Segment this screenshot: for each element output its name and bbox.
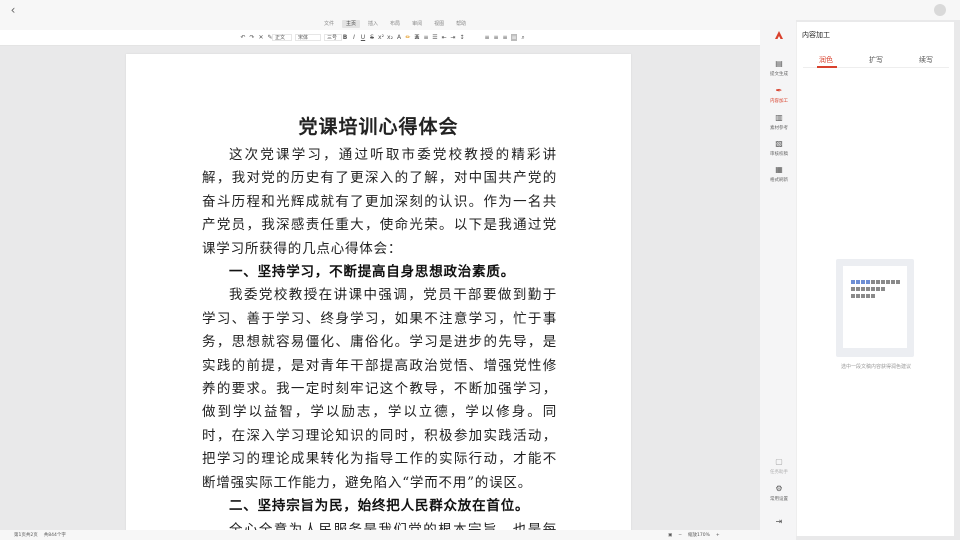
menu-tab-review[interactable]: 审阅 bbox=[408, 20, 426, 28]
italic-icon[interactable]: I bbox=[351, 34, 357, 41]
rail-item-library[interactable]: ▥ 素材参考 bbox=[764, 113, 794, 132]
collapse-panel-button[interactable]: ⇥ bbox=[764, 518, 794, 526]
font-group: 正文 宋体 三号 bbox=[272, 34, 342, 41]
tab-continue[interactable]: 续写 bbox=[919, 55, 933, 67]
bullet-list-icon[interactable]: ☰ bbox=[414, 34, 420, 41]
avatar[interactable] bbox=[934, 4, 946, 16]
top-bar: ‹ bbox=[0, 0, 960, 20]
rail-item-task[interactable]: ▢ 任务助手 bbox=[764, 457, 794, 476]
format-icon: ▦ bbox=[775, 165, 783, 174]
highlight-icon[interactable]: ✏ bbox=[405, 34, 411, 41]
size-select[interactable]: 三号 bbox=[324, 34, 342, 41]
document-page[interactable]: 党课培训心得体会 这次党课学习，通过听取市委党校教授的精彩讲解，我对党的历史有了… bbox=[126, 54, 631, 530]
menu-tab-file[interactable]: 文件 bbox=[320, 20, 338, 28]
doc-heading-1: 一、坚持学习，不断提高自身思想政治素质。 bbox=[229, 264, 515, 281]
align-center-icon[interactable]: ≡ bbox=[493, 34, 499, 41]
bold-icon[interactable]: B bbox=[342, 34, 348, 41]
rail-item-proofread[interactable]: ▧ 审核校稿 bbox=[764, 139, 794, 158]
panel-title: 内容加工 bbox=[802, 31, 830, 39]
numbered-list-icon[interactable]: ≡ bbox=[423, 34, 429, 41]
zoom-level[interactable]: 缩放170% bbox=[688, 532, 710, 538]
content-edit-panel: 内容加工 润色 扩写 续写 选中一段文稿内容获得润色建议 bbox=[796, 22, 954, 536]
menu-bar: 文件 主页 插入 布局 审阅 视图 帮助 bbox=[0, 20, 760, 30]
justify-icon[interactable]: ≡ bbox=[511, 34, 517, 41]
menu-tab-help[interactable]: 帮助 bbox=[452, 20, 470, 28]
status-bar: 第1页共2页 共844个字 ▣ − 缩放170% + bbox=[0, 530, 760, 540]
library-icon: ▥ bbox=[775, 113, 783, 122]
settings-icon: ⚙ bbox=[775, 484, 783, 493]
doc-paragraph-intro: 这次党课学习，通过听取市委党校教授的精彩讲解，我对党的历史有了更深入的了解，对中… bbox=[202, 147, 557, 257]
content-edit-icon: ✒ bbox=[775, 86, 783, 95]
format-toolbar: ↶ ↷ ✕ ✎ 正文 宋体 三号 B I U S x² x₂ A ✏ A ☰ ≡… bbox=[0, 30, 760, 46]
doc-paragraph-2: 全心全意为人民服务是我们党的根本宗旨，也是每一 bbox=[229, 521, 557, 531]
align-group: ≡ ≡ ≡ ≡ ⌕ bbox=[484, 34, 526, 41]
text-format-group: B I U S x² x₂ A ✏ A bbox=[342, 34, 420, 41]
back-arrow-icon[interactable]: ‹ bbox=[6, 3, 20, 17]
task-icon: ▢ bbox=[775, 457, 783, 466]
undo-icon[interactable]: ↶ bbox=[240, 34, 246, 41]
document-illustration bbox=[843, 266, 907, 348]
multilevel-list-icon[interactable]: ☰ bbox=[432, 34, 438, 41]
rail-item-format[interactable]: ▦ 格式刷新 bbox=[764, 165, 794, 184]
panel-hint: 选中一段文稿内容获得润色建议 bbox=[840, 364, 911, 370]
line-spacing-icon[interactable]: ↕ bbox=[459, 34, 465, 41]
word-count: 共844个字 bbox=[43, 533, 66, 538]
superscript-icon[interactable]: x² bbox=[378, 34, 384, 41]
zoom-in-icon[interactable]: + bbox=[716, 533, 720, 538]
menu-tabs: 文件 主页 插入 布局 审阅 视图 帮助 bbox=[320, 20, 470, 28]
align-right-icon[interactable]: ≡ bbox=[502, 34, 508, 41]
indent-icon[interactable]: ⇥ bbox=[450, 34, 456, 41]
paragraph-group: ☰ ≡ ☰ ⇤ ⇥ ↕ bbox=[414, 34, 465, 41]
empty-state-illustration bbox=[836, 259, 914, 357]
document-generate-icon: ▤ bbox=[775, 59, 783, 68]
clear-format-icon[interactable]: ✕ bbox=[258, 34, 264, 41]
doc-heading-2: 二、坚持宗旨为民，始终把人民群众放在首位。 bbox=[229, 498, 530, 515]
history-group: ↶ ↷ ✕ ✎ bbox=[240, 34, 273, 41]
font-select[interactable]: 宋体 bbox=[295, 34, 321, 41]
collapse-icon: ⇥ bbox=[775, 517, 783, 526]
panel-tabs: 润色 扩写 续写 bbox=[803, 55, 949, 68]
subscript-icon[interactable]: x₂ bbox=[387, 34, 393, 41]
tool-rail: ▤ 提文生成 ✒ 内容加工 ▥ 素材参考 ▧ 审核校稿 ▦ 格式刷新 ▢ 任务助… bbox=[760, 20, 796, 540]
search-icon[interactable]: ⌕ bbox=[520, 34, 526, 41]
doc-body[interactable]: 这次党课学习，通过听取市委党校教授的精彩讲解，我对党的历史有了更深入的了解，对中… bbox=[202, 144, 557, 530]
zoom-out-icon[interactable]: − bbox=[678, 533, 682, 538]
document-area[interactable]: 党课培训心得体会 这次党课学习，通过听取市委党校教授的精彩讲解，我对党的历史有了… bbox=[0, 46, 760, 530]
style-select[interactable]: 正文 bbox=[272, 34, 292, 41]
menu-tab-insert[interactable]: 插入 bbox=[364, 20, 382, 28]
proofread-icon: ▧ bbox=[775, 139, 783, 148]
active-tab-indicator bbox=[817, 66, 837, 68]
menu-tab-layout[interactable]: 布局 bbox=[386, 20, 404, 28]
view-mode-icon[interactable]: ▣ bbox=[668, 533, 672, 538]
outdent-icon[interactable]: ⇤ bbox=[441, 34, 447, 41]
rail-item-content-edit[interactable]: ✒ 内容加工 bbox=[764, 86, 794, 105]
align-left-icon[interactable]: ≡ bbox=[484, 34, 490, 41]
tab-expand[interactable]: 扩写 bbox=[869, 55, 883, 67]
doc-title: 党课培训心得体会 bbox=[298, 116, 459, 138]
redo-icon[interactable]: ↷ bbox=[249, 34, 255, 41]
page-count: 第1页共2页 bbox=[14, 533, 38, 538]
strikethrough-icon[interactable]: S bbox=[369, 34, 375, 41]
underline-icon[interactable]: U bbox=[360, 34, 366, 41]
rail-item-generate[interactable]: ▤ 提文生成 bbox=[764, 59, 794, 78]
rail-item-settings[interactable]: ⚙ 常用设置 bbox=[764, 484, 794, 503]
menu-tab-home[interactable]: 主页 bbox=[342, 20, 361, 28]
doc-paragraph-1: 我委党校教授在讲课中强调，党员干部要做到勤于学习、善于学习、终身学习，如果不注意… bbox=[202, 287, 557, 491]
app-logo-icon bbox=[775, 31, 783, 39]
menu-tab-view[interactable]: 视图 bbox=[430, 20, 448, 28]
font-color-icon[interactable]: A bbox=[396, 34, 402, 41]
